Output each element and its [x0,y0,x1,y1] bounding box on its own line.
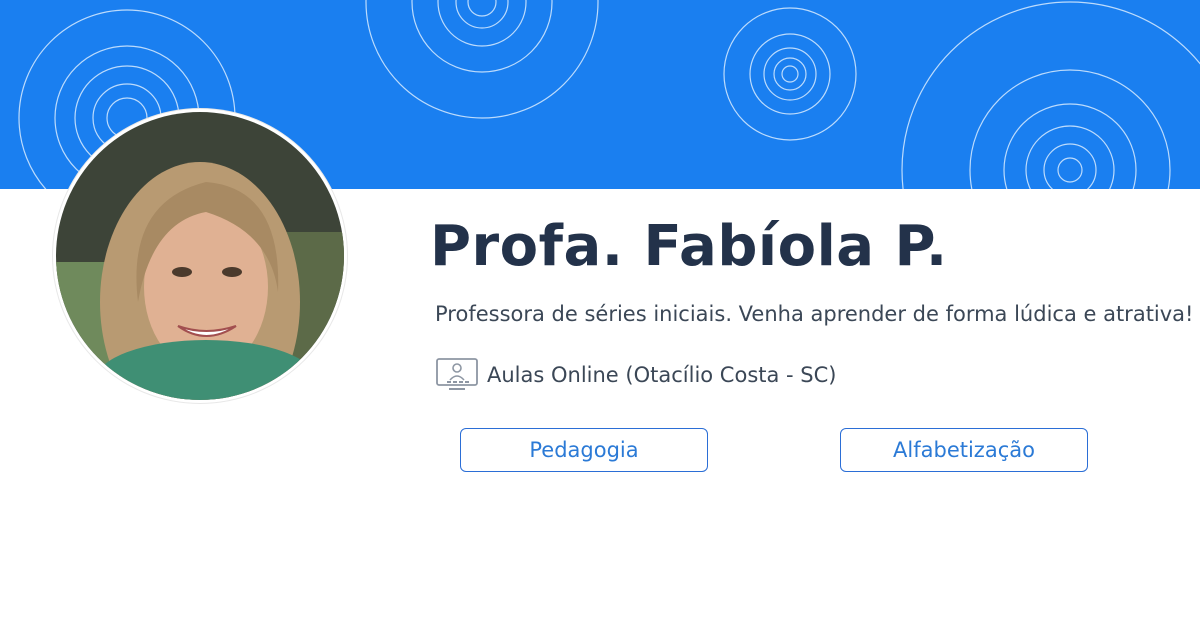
location-text: Aulas Online (Otacílio Costa - SC) [487,363,837,387]
avatar [53,109,347,403]
location-row: Aulas Online (Otacílio Costa - SC) [435,357,836,393]
profile-bio: Professora de séries iniciais. Venha apr… [435,302,1194,326]
profile-card: Profa. Fabíola P. Professora de séries i… [0,0,1200,630]
tag-alfabetizacao[interactable]: Alfabetização [840,428,1088,472]
avatar-image [56,112,344,400]
profile-name: Profa. Fabíola P. [430,214,948,279]
avatar-photo [56,112,344,400]
online-class-icon [435,357,479,393]
tag-pedagogia[interactable]: Pedagogia [460,428,708,472]
